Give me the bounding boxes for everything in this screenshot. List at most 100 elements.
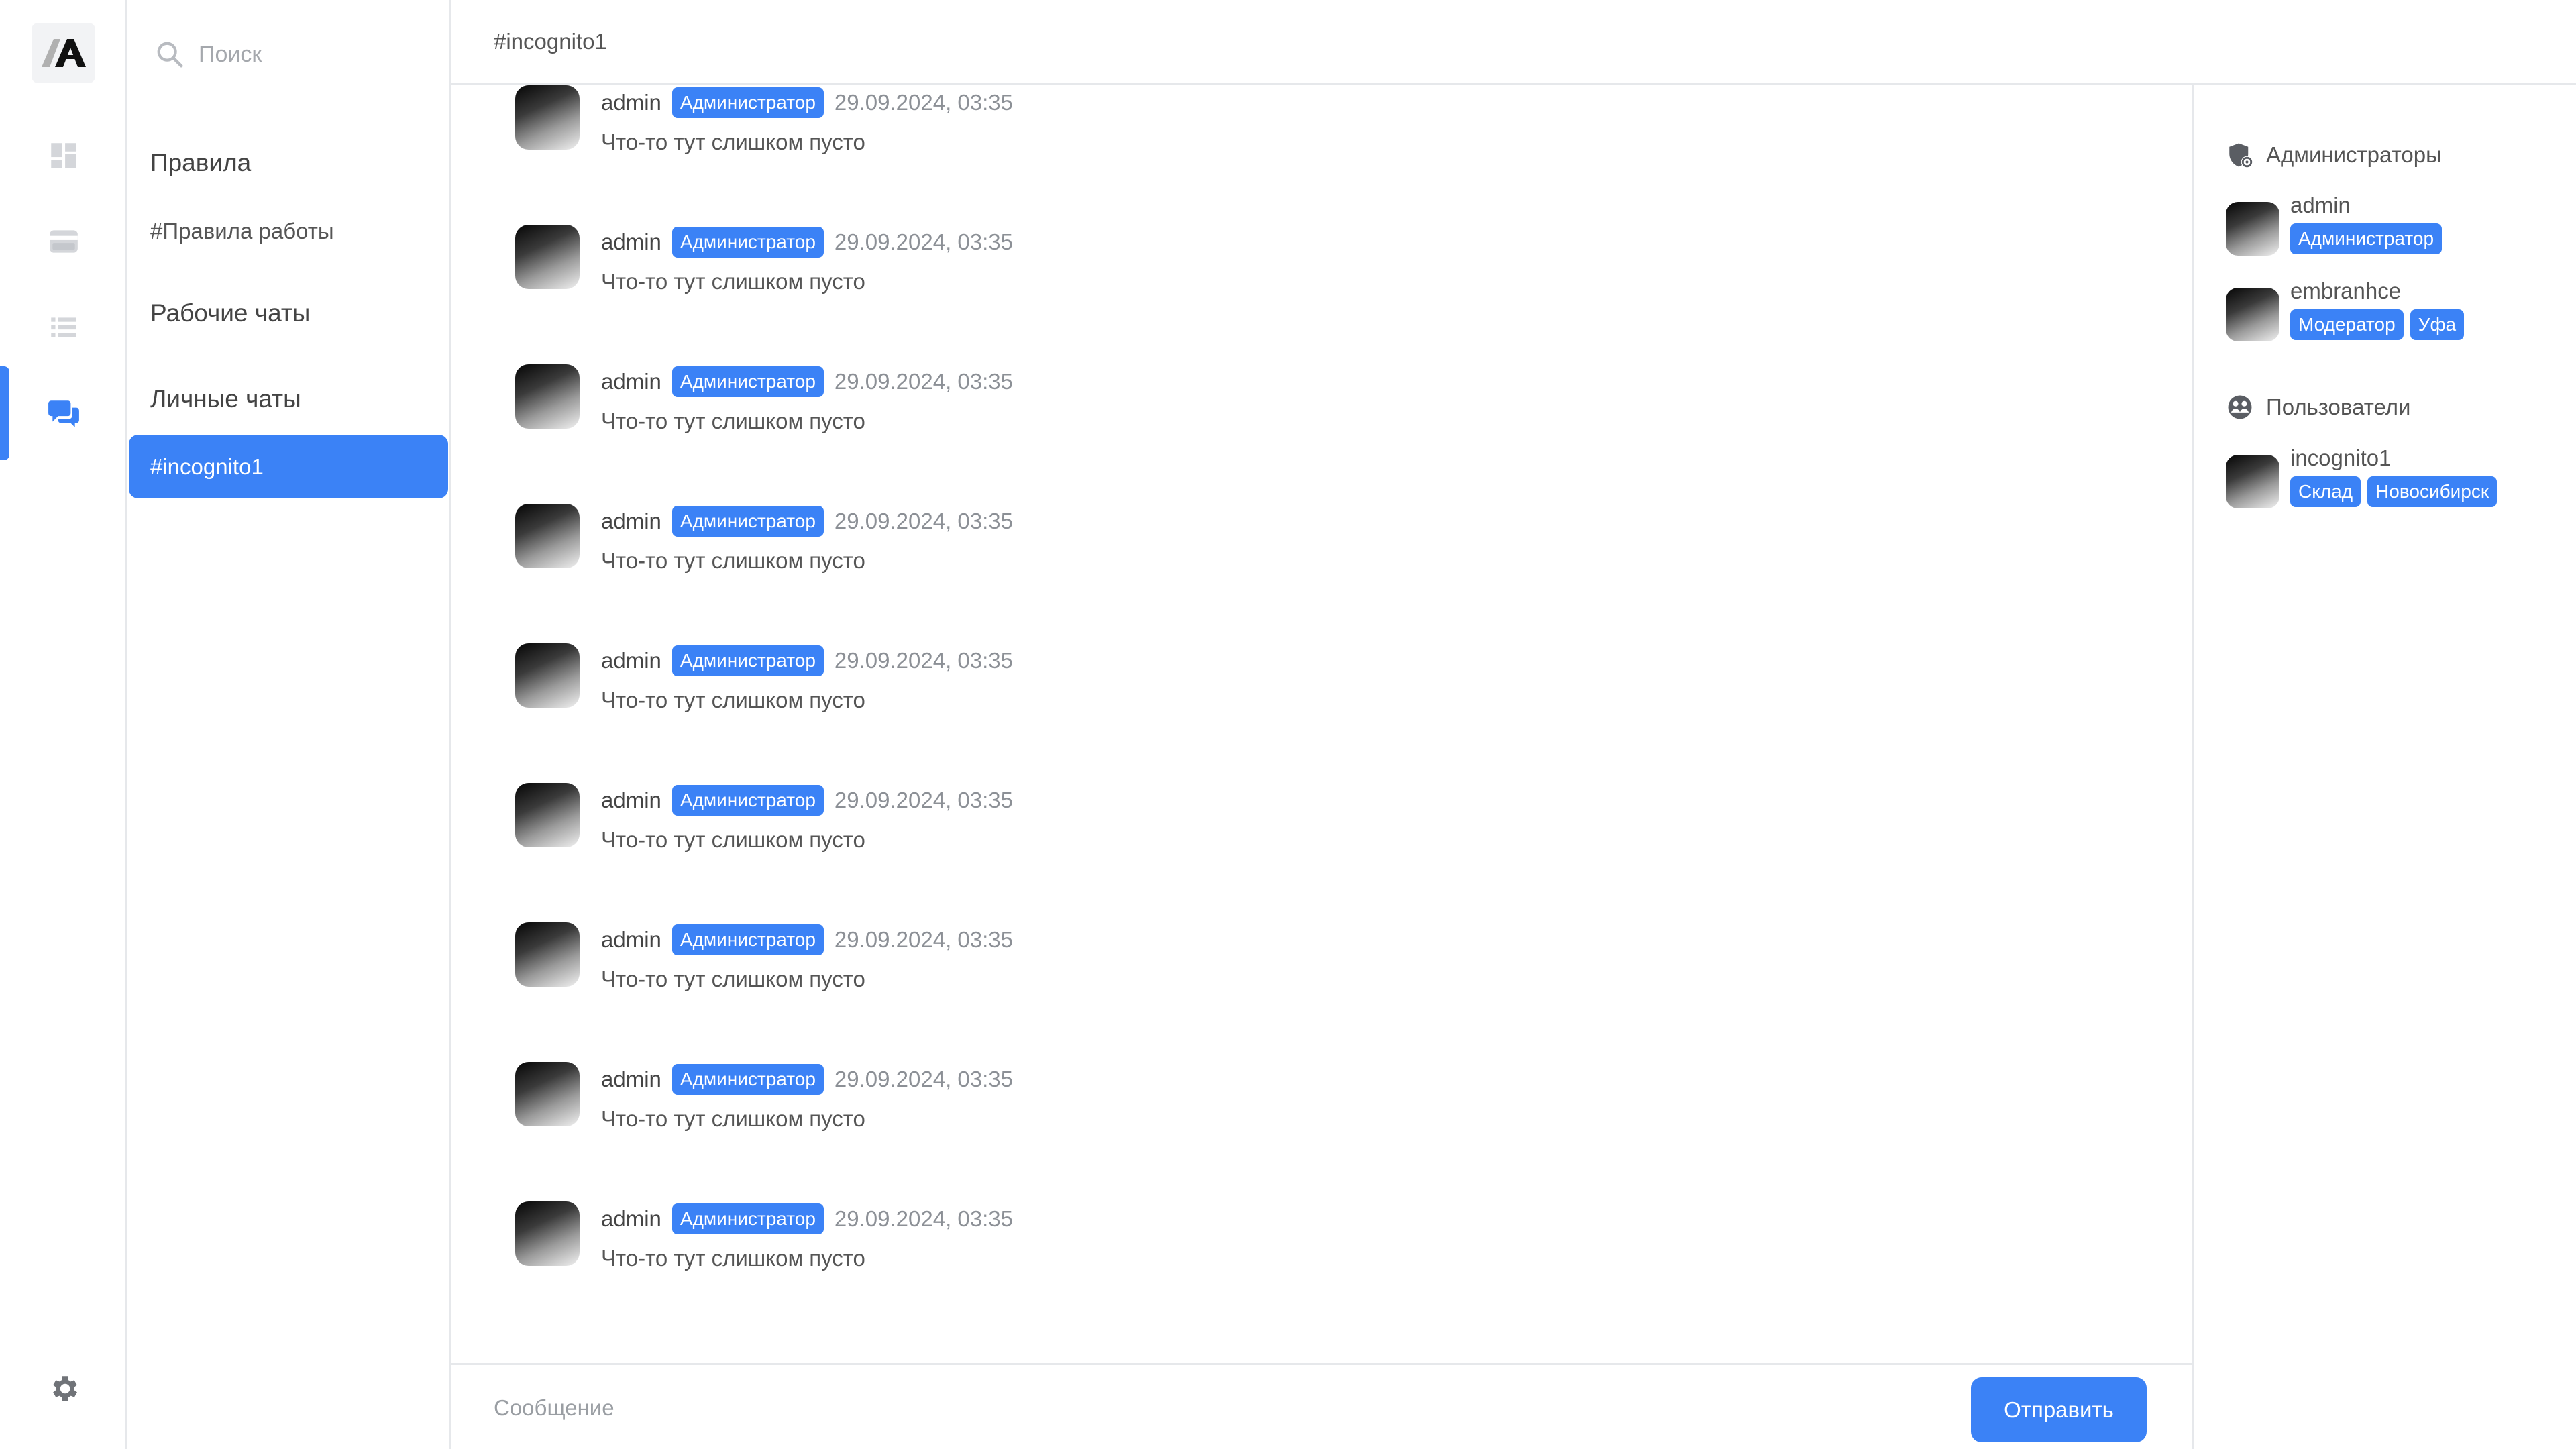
message-header: admin Администратор 29.09.2024, 03:35 [601,1062,1013,1097]
avatar[interactable] [2226,202,2279,256]
users-icon [2228,395,2252,419]
member-tag: Новосибирск [2367,476,2498,507]
rail-wallet-button[interactable] [0,195,127,288]
avatar[interactable] [2226,288,2279,341]
message-timestamp: 29.09.2024, 03:35 [834,369,1013,394]
app-logo[interactable]: AA [32,23,95,83]
message-text: Что-то тут слишком пусто [601,1246,865,1271]
avatar[interactable] [515,922,580,987]
member-tag: Склад [2290,476,2361,507]
message-author[interactable]: admin [601,369,661,394]
message-header: admin Администратор 29.09.2024, 03:35 [601,922,1013,957]
message-author[interactable]: admin [601,927,661,953]
message-author[interactable]: admin [601,229,661,255]
message-author[interactable]: admin [601,648,661,674]
logo-mark-icon [41,39,86,67]
rail-dashboard-button[interactable] [0,109,127,203]
role-badge: Администратор [672,1064,824,1095]
avatar[interactable] [515,85,580,150]
message-header: admin Администратор 29.09.2024, 03:35 [601,1201,1013,1236]
search-bar [154,32,423,76]
chat-title: #incognito1 [494,29,607,54]
app-window: AA [0,0,2576,1449]
avatar[interactable] [515,1062,580,1126]
avatar[interactable] [515,225,580,289]
chat-header: #incognito1 [451,0,2576,85]
dashboard-icon [51,143,76,168]
search-icon [157,42,183,68]
message-item: admin Администратор 29.09.2024, 03:35 Что-т… [515,1201,2125,1302]
member-tag: Модератор [2290,309,2404,340]
avatar[interactable] [515,364,580,429]
role-badge: Администратор [672,87,824,118]
rail-chats-button[interactable] [0,366,127,460]
message-timestamp: 29.09.2024, 03:35 [834,508,1013,533]
message-header: admin Администратор 29.09.2024, 03:35 [601,504,1013,539]
member-tag: Администратор [2290,223,2443,254]
message-item: admin Администратор 29.09.2024, 03:35 Что-т… [515,504,2125,604]
message-header: admin Администратор 29.09.2024, 03:35 [601,783,1013,818]
rail-list-button[interactable] [0,280,127,374]
member-tags: Администратор [2290,223,2449,254]
message-text: Что-то тут слишком пусто [601,269,865,294]
chat-icon [48,400,79,427]
message-text: Что-то тут слишком пусто [601,967,865,991]
message-text: Что-то тут слишком пусто [601,409,865,433]
channel-rules[interactable]: #Правила работы [150,219,334,244]
member-name: admin [2290,193,2351,217]
settings-icon [53,1376,77,1401]
rail-settings-button[interactable] [0,1342,127,1436]
message-timestamp: 29.09.2024, 03:35 [834,648,1013,673]
role-badge: Администратор [672,785,824,816]
role-badge: Администратор [672,227,824,258]
message-text: Что-то тут слишком пусто [601,548,865,573]
wallet-icon [50,230,78,253]
list-icon [51,317,76,337]
member-item[interactable]: admin Администратор [2226,193,2561,273]
message-timestamp: 29.09.2024, 03:35 [834,1206,1013,1231]
search-input[interactable] [199,41,413,68]
member-name: embranhce [2290,278,2402,303]
message-header: admin Администратор 29.09.2024, 03:35 [601,225,1013,260]
message-header: admin Администратор 29.09.2024, 03:35 [601,364,1013,399]
message-input[interactable] [494,1388,1902,1428]
message-list[interactable]: admin Администратор 29.09.2024, 03:35 Что-т… [451,85,2192,1363]
section-work-chats-title[interactable]: Рабочие чаты [150,299,310,327]
users-group-label: Пользователи [2266,394,2411,419]
message-author[interactable]: admin [601,1206,661,1232]
users-group-title: Пользователи [2226,388,2410,426]
avatar[interactable] [515,504,580,568]
section-personal-chats-title[interactable]: Личные чаты [150,385,301,413]
channel-active-incognito1[interactable]: #incognito1 [129,435,448,498]
members-panel: Администраторы admin Администратор embranh… [2192,85,2576,1449]
avatar[interactable] [2226,455,2279,508]
shield-icon [2229,143,2253,168]
message-author[interactable]: admin [601,90,661,115]
avatar[interactable] [515,643,580,708]
message-timestamp: 29.09.2024, 03:35 [834,927,1013,952]
rail-active-indicator [0,366,9,460]
message-text: Что-то тут слишком пусто [601,1106,865,1131]
message-author[interactable]: admin [601,788,661,813]
member-item[interactable]: embranhce Модератор Уфа [2226,278,2561,359]
avatar[interactable] [515,783,580,847]
avatar[interactable] [515,1201,580,1266]
member-item[interactable]: incognito1 Склад Новосибирск [2226,445,2561,526]
message-text: Что-то тут слишком пусто [601,827,865,852]
nav-rail: AA [0,0,127,1449]
send-button[interactable]: Отправить [1971,1377,2147,1442]
message-item: admin Администратор 29.09.2024, 03:35 Что-т… [515,225,2125,325]
message-item: admin Администратор 29.09.2024, 03:35 Что-т… [515,643,2125,744]
message-text: Что-то тут слишком пусто [601,129,865,154]
message-author[interactable]: admin [601,508,661,534]
channel-sidebar: Правила #Правила работы Рабочие чаты Лич… [127,0,451,1449]
member-name: incognito1 [2290,445,2392,470]
admins-group-title: Администраторы [2226,136,2442,174]
message-item: admin Администратор 29.09.2024, 03:35 Что-т… [515,364,2125,465]
message-item: admin Администратор 29.09.2024, 03:35 Что-т… [515,85,2125,186]
member-tag: Уфа [2410,309,2465,340]
role-badge: Администратор [672,366,824,397]
member-tags: Модератор Уфа [2290,309,2471,340]
message-timestamp: 29.09.2024, 03:35 [834,788,1013,812]
message-author[interactable]: admin [601,1067,661,1092]
